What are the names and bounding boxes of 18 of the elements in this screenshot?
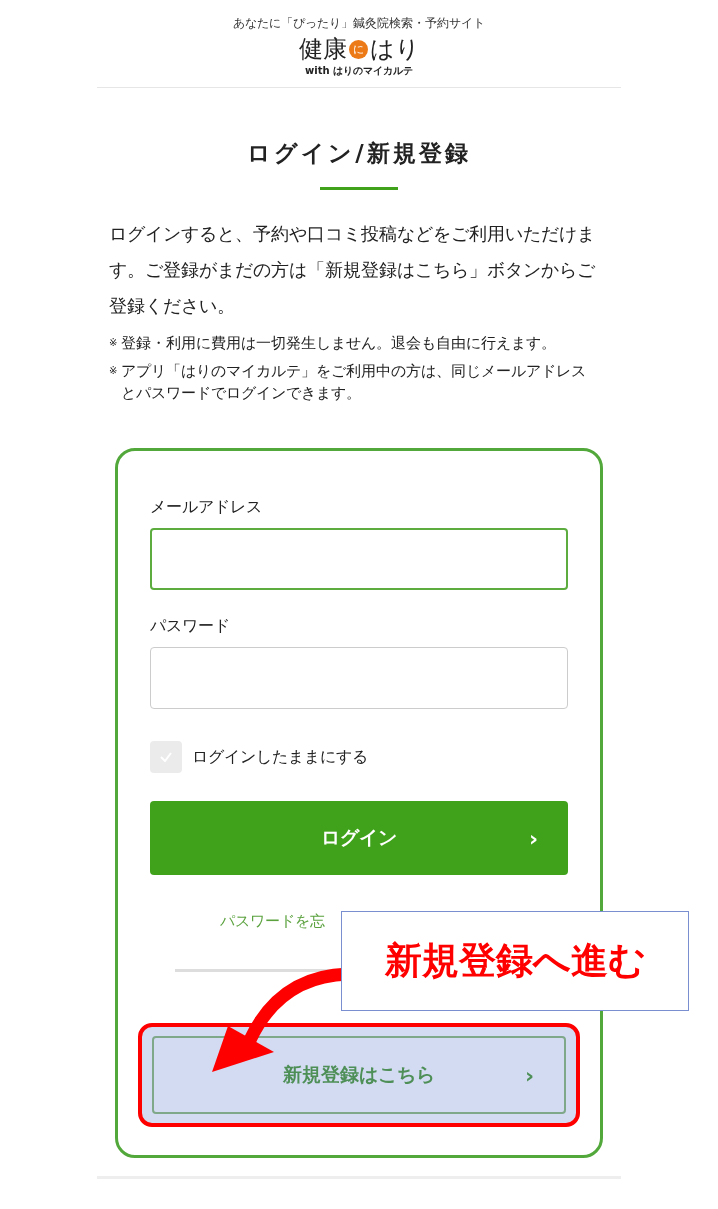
login-button[interactable]: ログイン ›: [150, 801, 568, 875]
note-mark: ※: [109, 364, 118, 378]
field-label: パスワード: [150, 616, 231, 637]
forgot-password-link[interactable]: パスワードを忘: [220, 912, 325, 930]
note-mark: ※: [109, 336, 118, 350]
field-label: メールアドレス: [150, 497, 263, 518]
site-tagline: あなたに「ぴったり」鍼灸院検索・予約サイト: [233, 15, 485, 32]
register-button[interactable]: 新規登録はこちら ›: [152, 1036, 566, 1114]
note-text: 登録・利用に費用は一切発生しません。退会も自由に行えます。: [121, 334, 557, 353]
logo-subtitle: with はりのマイカルテ: [304, 64, 413, 78]
input-field[interactable]: [150, 528, 568, 590]
note-text: アプリ「はりのマイカルテ」をご利用中の方は、同じメールアドレスとパスワードでログインできます。: [121, 362, 588, 403]
site-logo[interactable]: 健康 に はり: [298, 37, 420, 61]
page-title: ログイン/新規登録: [247, 139, 471, 168]
callout-text: 新規登録へ進む: [384, 938, 646, 984]
checkbox-label: ログインしたままにする: [192, 746, 368, 768]
input-field[interactable]: [150, 647, 568, 709]
intro-text: ログインすると、予約や口コミ投稿などをご利用いただけます。ご登録がまだの方は「新規登録はこちら」ボタンからご登録ください。: [109, 222, 596, 318]
